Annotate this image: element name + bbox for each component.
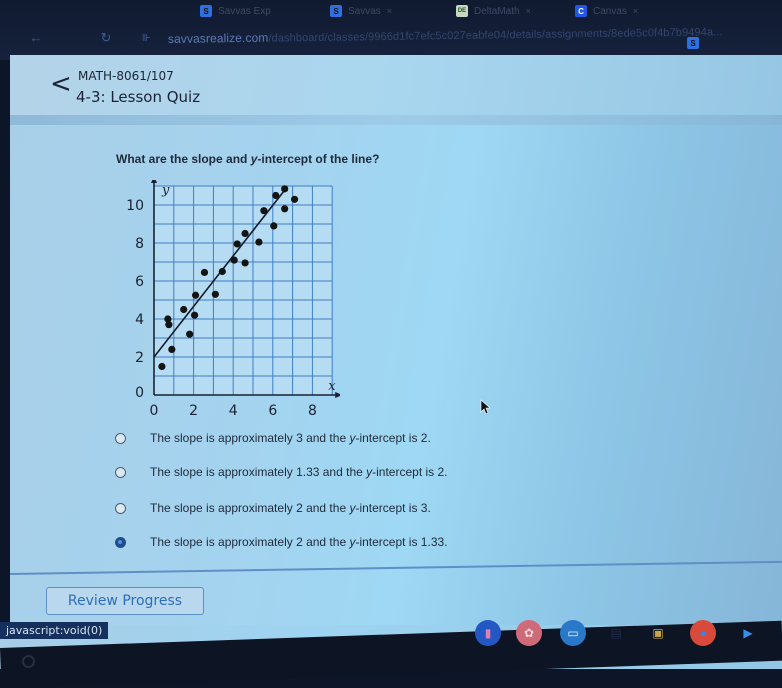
save-app-icon[interactable]: ▤ bbox=[603, 620, 629, 646]
answer-choice[interactable]: The slope is approximately 1.33 and the … bbox=[115, 465, 448, 479]
plot-area bbox=[154, 186, 333, 395]
data-point bbox=[230, 256, 238, 264]
x-tick-label: 4 bbox=[229, 403, 238, 419]
x-tick-label: 2 bbox=[189, 403, 198, 419]
y-axis-arrow bbox=[151, 180, 157, 183]
choice-label: The slope is approximately 2 and the y-i… bbox=[150, 501, 431, 515]
question-suffix: -intercept of the line? bbox=[257, 152, 380, 166]
browser-tab[interactable]: DE DeltaMath × bbox=[456, 3, 531, 19]
radio-button[interactable] bbox=[115, 466, 126, 478]
address-bar[interactable]: savvasrealize.com/dashboard/classes/9966… bbox=[168, 24, 723, 46]
data-point bbox=[186, 330, 194, 338]
close-icon[interactable]: × bbox=[387, 6, 392, 16]
files-app-icon[interactable]: ▮ bbox=[475, 620, 501, 646]
data-point bbox=[164, 315, 172, 323]
savvas-favicon-icon: S bbox=[330, 5, 342, 17]
browser-tab[interactable]: S Savvas × bbox=[330, 3, 392, 19]
answer-choice[interactable]: The slope is approximately 2 and the y-i… bbox=[115, 535, 448, 549]
savvas-favicon-icon: S bbox=[200, 5, 212, 17]
tab-title: Savvas bbox=[348, 5, 381, 17]
data-point bbox=[290, 195, 299, 203]
tab-title: Canvas bbox=[593, 5, 627, 17]
play-store-app-icon[interactable]: ▶ bbox=[735, 620, 761, 646]
chrome-app-icon[interactable]: ● bbox=[690, 620, 716, 646]
data-point bbox=[158, 362, 166, 371]
browser-toolbar: ← ↻ ⊪ savvasrealize.com/dashboard/classe… bbox=[0, 24, 782, 54]
data-point bbox=[233, 240, 241, 248]
tab-strip: S Savvas Exp S Savvas × DE DeltaMath × C… bbox=[0, 0, 782, 49]
data-point bbox=[211, 290, 219, 298]
course-code: MATH-8061/107 bbox=[78, 69, 174, 83]
radio-button-selected[interactable] bbox=[115, 536, 126, 548]
y-tick-label: 2 bbox=[135, 350, 144, 366]
y-tick-label: 0 bbox=[135, 385, 144, 401]
data-point bbox=[191, 291, 200, 299]
choice-label: The slope is approximately 1.33 and the … bbox=[150, 465, 448, 479]
launcher-icon[interactable] bbox=[22, 655, 35, 668]
browser-tab[interactable]: C Canvas × bbox=[575, 3, 638, 19]
answer-choice[interactable]: The slope is approximately 2 and the y-i… bbox=[115, 501, 431, 515]
data-point bbox=[241, 259, 249, 267]
site-info-icon[interactable]: ⊪ bbox=[142, 33, 151, 44]
radio-button[interactable] bbox=[115, 432, 126, 444]
question-prefix: What are the slope and bbox=[116, 152, 251, 166]
screencast-app-icon[interactable]: ▭ bbox=[560, 620, 586, 646]
tab-title: Savvas Exp bbox=[218, 5, 271, 17]
quiz-header: < MATH-8061/107 4-3: Lesson Quiz bbox=[10, 55, 782, 115]
y-tick-label: 6 bbox=[135, 274, 144, 290]
data-point bbox=[270, 222, 278, 230]
data-point bbox=[255, 238, 263, 246]
canvas-favicon-icon: C bbox=[575, 5, 587, 17]
classroom-app-icon[interactable]: ▣ bbox=[645, 620, 671, 646]
data-point bbox=[180, 305, 188, 314]
data-point bbox=[272, 191, 280, 200]
data-point bbox=[200, 268, 209, 277]
data-point bbox=[281, 205, 289, 213]
back-chevron-icon[interactable]: < bbox=[50, 71, 72, 97]
radio-button[interactable] bbox=[115, 502, 126, 514]
url-host: savvasrealize.com bbox=[167, 30, 269, 46]
quiz-title: 4-3: Lesson Quiz bbox=[76, 88, 201, 106]
x-axis-arrow bbox=[335, 392, 340, 398]
answer-choice[interactable]: The slope is approximately 3 and the y-i… bbox=[115, 431, 431, 445]
data-point bbox=[281, 185, 289, 193]
y-tick-label: 8 bbox=[135, 236, 144, 252]
canvas-paint-app-icon[interactable]: ✿ bbox=[516, 620, 542, 646]
data-point bbox=[260, 207, 268, 215]
header-divider bbox=[10, 115, 782, 125]
choice-label: The slope is approximately 2 and the y-i… bbox=[150, 535, 448, 549]
reload-icon[interactable]: ↻ bbox=[98, 30, 114, 46]
question-text: What are the slope and y-intercept of th… bbox=[116, 152, 379, 166]
x-tick-label: 6 bbox=[268, 403, 277, 419]
y-axis-label: y bbox=[161, 183, 170, 198]
data-point bbox=[168, 345, 176, 353]
data-point bbox=[218, 267, 226, 276]
close-icon[interactable]: × bbox=[526, 6, 531, 16]
x-tick-label: 8 bbox=[308, 403, 317, 419]
x-axis-label: x bbox=[328, 379, 336, 394]
y-tick-label: 4 bbox=[135, 312, 144, 328]
mouse-cursor-icon bbox=[480, 399, 491, 415]
link-status-tooltip: javascript:void(0) bbox=[0, 622, 109, 639]
browser-chrome: S Savvas Exp S Savvas × DE DeltaMath × C… bbox=[0, 0, 782, 60]
back-arrow-icon[interactable]: ← bbox=[28, 30, 44, 45]
scatter-plot: 0 2 4 6 8 0 2 4 6 8 10 x y bbox=[126, 180, 340, 419]
review-progress-button[interactable]: Review Progress bbox=[46, 587, 204, 615]
quiz-page: < MATH-8061/107 4-3: Lesson Quiz What ar… bbox=[10, 55, 782, 625]
choice-label: The slope is approximately 3 and the y-i… bbox=[150, 431, 431, 445]
close-icon[interactable]: × bbox=[633, 6, 638, 16]
url-path: /dashboard/classes/9966d1fc7efc5c027eabf… bbox=[268, 26, 723, 45]
section-divider bbox=[10, 560, 782, 575]
data-point bbox=[190, 311, 199, 319]
y-tick-label: 10 bbox=[126, 198, 144, 214]
tab-title: DeltaMath bbox=[474, 5, 520, 17]
deltamath-favicon-icon: DE bbox=[456, 5, 468, 17]
data-point bbox=[241, 229, 249, 238]
browser-tab[interactable]: S Savvas Exp bbox=[200, 3, 271, 19]
x-tick-label: 0 bbox=[150, 403, 159, 419]
